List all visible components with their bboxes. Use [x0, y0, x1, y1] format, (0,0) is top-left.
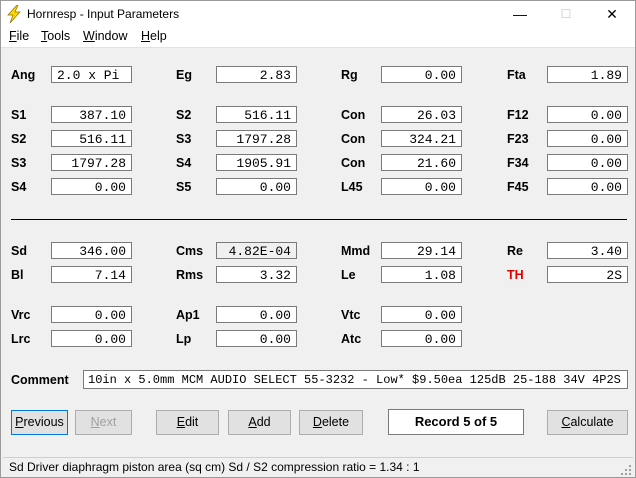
- label-rg: Rg: [341, 68, 358, 82]
- label-f45: F45: [507, 180, 529, 194]
- previous-button[interactable]: Previous: [11, 410, 68, 435]
- label-comment: Comment: [11, 373, 69, 387]
- field-lrc[interactable]: 0.00: [51, 330, 132, 347]
- label-s2: S2: [11, 132, 27, 146]
- field-s2-right[interactable]: 516.11: [216, 106, 297, 123]
- field-con-3[interactable]: 21.60: [381, 154, 462, 171]
- label-vrc: Vrc: [11, 308, 31, 322]
- label-lrc: Lrc: [11, 332, 31, 346]
- field-s5[interactable]: 0.00: [216, 178, 297, 195]
- field-s3-right[interactable]: 1797.28: [216, 130, 297, 147]
- title-bar[interactable]: Hornresp - Input Parameters — ☐ ✕: [1, 1, 635, 27]
- label-re: Re: [507, 244, 523, 258]
- label-fta: Fta: [507, 68, 526, 82]
- label-s3-right: S3: [176, 132, 192, 146]
- label-mmd: Mmd: [341, 244, 371, 258]
- lightning-bolt-icon: [7, 5, 21, 23]
- field-fta[interactable]: 1.89: [547, 66, 628, 83]
- field-re[interactable]: 3.40: [547, 242, 628, 259]
- field-s3[interactable]: 1797.28: [51, 154, 132, 171]
- section-divider: [11, 219, 627, 220]
- label-f23: F23: [507, 132, 529, 146]
- label-con-2: Con: [341, 132, 366, 146]
- field-atc[interactable]: 0.00: [381, 330, 462, 347]
- label-con-3: Con: [341, 156, 366, 170]
- field-eg[interactable]: 2.83: [216, 66, 297, 83]
- label-rms: Rms: [176, 268, 204, 282]
- menu-tools[interactable]: Tools: [41, 29, 70, 43]
- field-f34[interactable]: 0.00: [547, 154, 628, 171]
- label-vtc: Vtc: [341, 308, 361, 322]
- edit-button[interactable]: Edit: [156, 410, 219, 435]
- label-f12: F12: [507, 108, 529, 122]
- record-indicator: Record 5 of 5: [388, 409, 524, 435]
- label-le: Le: [341, 268, 356, 282]
- label-lp: Lp: [176, 332, 192, 346]
- field-mmd[interactable]: 29.14: [381, 242, 462, 259]
- label-s1: S1: [11, 108, 27, 122]
- label-eg: Eg: [176, 68, 192, 82]
- field-con-1[interactable]: 26.03: [381, 106, 462, 123]
- field-vtc[interactable]: 0.00: [381, 306, 462, 323]
- status-bar: Sd Driver diaphragm piston area (sq cm) …: [3, 457, 633, 477]
- label-s3: S3: [11, 156, 27, 170]
- field-ang[interactable]: 2.0 x Pi: [51, 66, 132, 83]
- field-vrc[interactable]: 0.00: [51, 306, 132, 323]
- window-title: Hornresp - Input Parameters: [27, 7, 180, 21]
- label-s4-right: S4: [176, 156, 192, 170]
- label-l45: L45: [341, 180, 363, 194]
- menu-bar: File Tools Window Help: [1, 27, 635, 48]
- field-sd[interactable]: 346.00: [51, 242, 132, 259]
- field-l45[interactable]: 0.00: [381, 178, 462, 195]
- field-s4-right[interactable]: 1905.91: [216, 154, 297, 171]
- label-f34: F34: [507, 156, 529, 170]
- resize-grip-icon[interactable]: [621, 465, 631, 475]
- menu-help[interactable]: Help: [141, 29, 167, 43]
- label-s2-right: S2: [176, 108, 192, 122]
- field-lp[interactable]: 0.00: [216, 330, 297, 347]
- label-cms: Cms: [176, 244, 204, 258]
- field-con-2[interactable]: 324.21: [381, 130, 462, 147]
- field-f23[interactable]: 0.00: [547, 130, 628, 147]
- field-th[interactable]: 2S: [547, 266, 628, 283]
- close-button[interactable]: ✕: [589, 1, 635, 27]
- label-ap1: Ap1: [176, 308, 200, 322]
- calculate-button[interactable]: Calculate: [547, 410, 628, 435]
- maximize-button[interactable]: ☐: [543, 1, 589, 27]
- field-f12[interactable]: 0.00: [547, 106, 628, 123]
- field-le[interactable]: 1.08: [381, 266, 462, 283]
- hornresp-window: Hornresp - Input Parameters — ☐ ✕ File T…: [0, 0, 636, 478]
- label-sd: Sd: [11, 244, 27, 258]
- field-s4[interactable]: 0.00: [51, 178, 132, 195]
- label-bl: Bl: [11, 268, 24, 282]
- field-s1[interactable]: 387.10: [51, 106, 132, 123]
- field-bl[interactable]: 7.14: [51, 266, 132, 283]
- label-s5: S5: [176, 180, 192, 194]
- field-rms[interactable]: 3.32: [216, 266, 297, 283]
- delete-button[interactable]: Delete: [299, 410, 363, 435]
- status-text: Sd Driver diaphragm piston area (sq cm) …: [9, 460, 420, 474]
- menu-file[interactable]: File: [9, 29, 29, 43]
- label-atc: Atc: [341, 332, 362, 346]
- label-ang: Ang: [11, 68, 36, 82]
- label-con-1: Con: [341, 108, 366, 122]
- next-button[interactable]: Next: [75, 410, 132, 435]
- menu-window[interactable]: Window: [83, 29, 127, 43]
- minimize-button[interactable]: —: [497, 1, 543, 27]
- field-rg[interactable]: 0.00: [381, 66, 462, 83]
- label-s4: S4: [11, 180, 27, 194]
- field-f45[interactable]: 0.00: [547, 178, 628, 195]
- comment-field[interactable]: 10in x 5.0mm MCM AUDIO SELECT 55-3232 - …: [83, 370, 628, 389]
- field-s2[interactable]: 516.11: [51, 130, 132, 147]
- field-cms[interactable]: 4.82E-04: [216, 242, 297, 259]
- add-button[interactable]: Add: [228, 410, 291, 435]
- field-ap1[interactable]: 0.00: [216, 306, 297, 323]
- label-th[interactable]: TH: [507, 268, 524, 282]
